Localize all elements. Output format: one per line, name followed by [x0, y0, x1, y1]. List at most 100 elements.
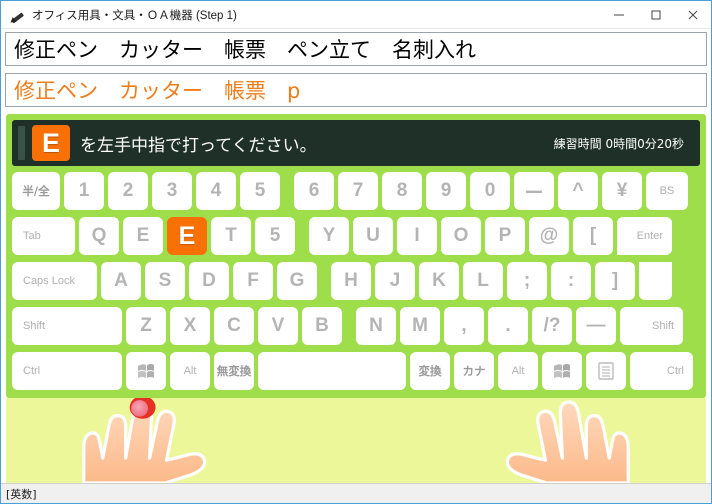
- key-2[interactable]: 2: [108, 172, 148, 210]
- key-e[interactable]: E: [123, 217, 163, 255]
- key-l[interactable]: L: [463, 262, 503, 300]
- key-symbol[interactable]: ー: [514, 172, 554, 210]
- key-symbol[interactable]: ^: [558, 172, 598, 210]
- key-label: 変換: [418, 364, 442, 378]
- key-blank[interactable]: [258, 352, 406, 390]
- key-bs[interactable]: BS: [646, 172, 688, 210]
- key-label: 無変換: [216, 364, 252, 378]
- key-blank[interactable]: [639, 262, 672, 300]
- key-symbol[interactable]: ;: [507, 262, 547, 300]
- key-g[interactable]: G: [277, 262, 317, 300]
- key-label: N: [369, 315, 383, 336]
- key-v[interactable]: V: [258, 307, 298, 345]
- key-label: 5: [254, 180, 266, 201]
- windows-icon[interactable]: [126, 352, 166, 390]
- left-hand: [82, 398, 207, 483]
- key-label: ¥: [616, 180, 628, 201]
- key-symbol[interactable]: /?: [532, 307, 572, 345]
- key-symbol[interactable]: 変換: [410, 352, 450, 390]
- pen-icon: [8, 5, 28, 25]
- typed-text-pane[interactable]: 修正ペン カッター 帳票 p: [5, 73, 707, 107]
- key-s[interactable]: S: [145, 262, 185, 300]
- key-5[interactable]: 5: [255, 217, 295, 255]
- key-shift[interactable]: Shift: [12, 307, 122, 345]
- key-c[interactable]: C: [214, 307, 254, 345]
- key-8[interactable]: 8: [382, 172, 422, 210]
- windows-icon: [138, 364, 154, 378]
- key-symbol[interactable]: @: [529, 217, 569, 255]
- key-a[interactable]: A: [101, 262, 141, 300]
- key-active-e[interactable]: E: [167, 217, 207, 255]
- key-alt[interactable]: Alt: [170, 352, 210, 390]
- key-symbol[interactable]: [: [573, 217, 613, 255]
- key-k[interactable]: K: [419, 262, 459, 300]
- key-symbol[interactable]: ¥: [602, 172, 642, 210]
- key-symbol[interactable]: .: [488, 307, 528, 345]
- key-u[interactable]: U: [353, 217, 393, 255]
- key-symbol[interactable]: —: [576, 307, 616, 345]
- maximize-icon[interactable]: [637, 1, 674, 28]
- close-icon[interactable]: [674, 1, 711, 28]
- status-text: [英数]: [6, 487, 37, 501]
- windows-icon[interactable]: [542, 352, 582, 390]
- key-label: :: [567, 270, 575, 291]
- key-d[interactable]: D: [189, 262, 229, 300]
- key-label: A: [114, 270, 128, 291]
- key-label: Y: [322, 225, 336, 246]
- text-display-area: 修正ペン カッター 帳票 ペン立て 名刺入れ 修正ペン カッター 帳票 p: [1, 29, 711, 109]
- key-label: Q: [91, 225, 107, 246]
- key-j[interactable]: J: [375, 262, 415, 300]
- window-title: オフィス用具・文具・ＯＡ機器 (Step 1): [32, 9, 237, 22]
- key-n[interactable]: N: [356, 307, 396, 345]
- instruction-key-badge: E: [32, 125, 70, 161]
- key-ctrl[interactable]: Ctrl: [630, 352, 693, 390]
- key-9[interactable]: 9: [426, 172, 466, 210]
- key-symbol[interactable]: ,: [444, 307, 484, 345]
- key-3[interactable]: 3: [152, 172, 192, 210]
- key-symbol[interactable]: 半/全: [12, 172, 60, 210]
- key-label: —: [586, 315, 606, 336]
- key-i[interactable]: I: [397, 217, 437, 255]
- menu-icon[interactable]: [586, 352, 626, 390]
- key-label: 6: [308, 180, 320, 201]
- status-bar: [英数]: [1, 483, 711, 503]
- key-label: C: [227, 315, 241, 336]
- key-capslock[interactable]: Caps Lock: [12, 262, 97, 300]
- key-label: Alt: [511, 365, 525, 377]
- key-4[interactable]: 4: [196, 172, 236, 210]
- key-f[interactable]: F: [233, 262, 273, 300]
- key-alt[interactable]: Alt: [498, 352, 538, 390]
- key-ctrl[interactable]: Ctrl: [12, 352, 122, 390]
- key-label: F: [247, 270, 259, 291]
- key-y[interactable]: Y: [309, 217, 349, 255]
- key-o[interactable]: O: [441, 217, 481, 255]
- key-symbol[interactable]: 無変換: [214, 352, 254, 390]
- key-x[interactable]: X: [170, 307, 210, 345]
- key-symbol[interactable]: ]: [595, 262, 635, 300]
- key-p[interactable]: P: [485, 217, 525, 255]
- key-label: Enter: [636, 230, 663, 242]
- key-1[interactable]: 1: [64, 172, 104, 210]
- key-b[interactable]: B: [302, 307, 342, 345]
- key-label: Shift: [23, 320, 46, 332]
- key-m[interactable]: M: [400, 307, 440, 345]
- key-z[interactable]: Z: [126, 307, 166, 345]
- key-label: U: [366, 225, 380, 246]
- key-symbol[interactable]: カナ: [454, 352, 494, 390]
- practice-timer: 練習時間 0時間0分20秒: [553, 136, 684, 151]
- key-0[interactable]: 0: [470, 172, 510, 210]
- key-5[interactable]: 5: [240, 172, 280, 210]
- key-6[interactable]: 6: [294, 172, 334, 210]
- key-label: Ctrl: [666, 365, 684, 377]
- key-label: /?: [543, 315, 561, 336]
- key-symbol[interactable]: :: [551, 262, 591, 300]
- key-7[interactable]: 7: [338, 172, 378, 210]
- key-h[interactable]: H: [331, 262, 371, 300]
- minimize-icon[interactable]: [600, 1, 637, 28]
- key-shift[interactable]: Shift: [620, 307, 683, 345]
- key-enter[interactable]: Enter: [617, 217, 672, 255]
- key-t[interactable]: T: [211, 217, 251, 255]
- key-q[interactable]: Q: [79, 217, 119, 255]
- window-controls: [600, 1, 711, 28]
- key-tab[interactable]: Tab: [12, 217, 75, 255]
